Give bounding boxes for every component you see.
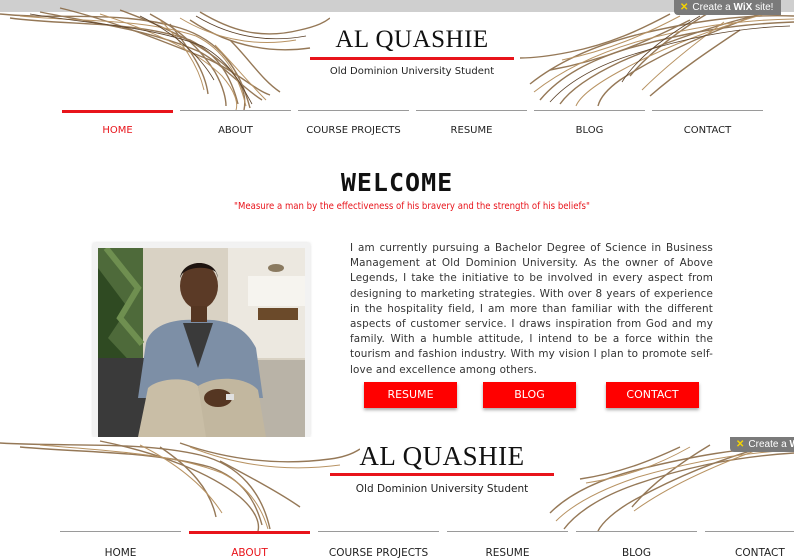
rope-decoration-left [0, 7, 330, 111]
home-page-view: ✕ Create a WiX site! AL QUASHIE Old Domin… [0, 0, 794, 437]
nav-label: RESUME [450, 125, 493, 136]
title-underline [310, 57, 514, 60]
site-title[interactable]: AL QUASHIE [332, 441, 552, 472]
quote-text: "Measure a man by the effectiveness of h… [234, 201, 590, 212]
nav-item-resume[interactable]: RESUME [447, 531, 568, 558]
nav-item-blog[interactable]: BLOG [576, 531, 697, 558]
create-wix-site-badge[interactable]: ✕ Create a WiX site! [674, 0, 782, 15]
nav-label: COURSE PROJECTS [306, 125, 401, 136]
wix-badge-brand: W [790, 439, 794, 450]
wix-badge-prefix: Create a [748, 439, 787, 450]
profile-photo-frame [93, 243, 310, 437]
close-icon[interactable]: ✕ [736, 439, 744, 450]
welcome-heading: WELCOME [340, 168, 454, 197]
profile-photo [98, 248, 305, 437]
nav-label: ABOUT [231, 547, 268, 558]
nav-item-about[interactable]: ABOUT [180, 110, 291, 140]
close-icon[interactable]: ✕ [680, 2, 688, 13]
nav-item-contact[interactable]: CONTACT [705, 531, 794, 558]
title-underline [330, 473, 554, 476]
wix-badge-suffix: site! [755, 2, 774, 13]
main-nav: HOME ABOUT COURSE PROJECTS RESUME BLOG C… [0, 110, 794, 140]
nav-item-resume[interactable]: RESUME [416, 110, 527, 140]
rope-decoration-left [0, 440, 360, 532]
nav-label: BLOG [621, 547, 652, 558]
create-wix-site-badge[interactable]: ✕ Create a W [730, 437, 794, 452]
nav-item-about[interactable]: ABOUT [189, 531, 310, 558]
site-title[interactable]: AL QUASHIE [312, 26, 512, 54]
nav-label: HOME [102, 125, 133, 136]
site-subtitle: Old Dominion University Student [355, 483, 529, 495]
nav-item-home[interactable]: HOME [60, 531, 181, 558]
nav-label: HOME [104, 547, 137, 558]
site-subtitle: Old Dominion University Student [329, 66, 495, 77]
main-nav: HOME ABOUT COURSE PROJECTS RESUME BLOG C… [0, 531, 794, 558]
nav-label: CONTACT [683, 125, 732, 136]
bio-paragraph: I am currently pursuing a Bachelor Degre… [350, 242, 713, 376]
nav-label: CONTACT [735, 547, 785, 558]
blog-button[interactable]: BLOG [483, 382, 576, 408]
nav-item-blog[interactable]: BLOG [534, 110, 645, 140]
resume-button[interactable]: RESUME [364, 382, 457, 408]
nav-label: COURSE PROJECTS [328, 547, 429, 558]
nav-item-course-projects[interactable]: COURSE PROJECTS [298, 110, 409, 140]
wix-badge-brand: WiX [733, 2, 753, 13]
nav-label: RESUME [485, 547, 530, 558]
contact-button[interactable]: CONTACT [606, 382, 699, 408]
nav-item-contact[interactable]: CONTACT [652, 110, 763, 140]
rope-decoration-right [519, 9, 794, 107]
nav-label: BLOG [575, 125, 604, 136]
nav-label: ABOUT [218, 125, 253, 136]
nav-item-course-projects[interactable]: COURSE PROJECTS [318, 531, 439, 558]
about-page-view: ✕ Create a W AL QUASHIE Old Dominion Univ… [0, 437, 794, 558]
wix-badge-prefix: Create a [692, 2, 731, 13]
nav-item-home[interactable]: HOME [62, 110, 173, 140]
